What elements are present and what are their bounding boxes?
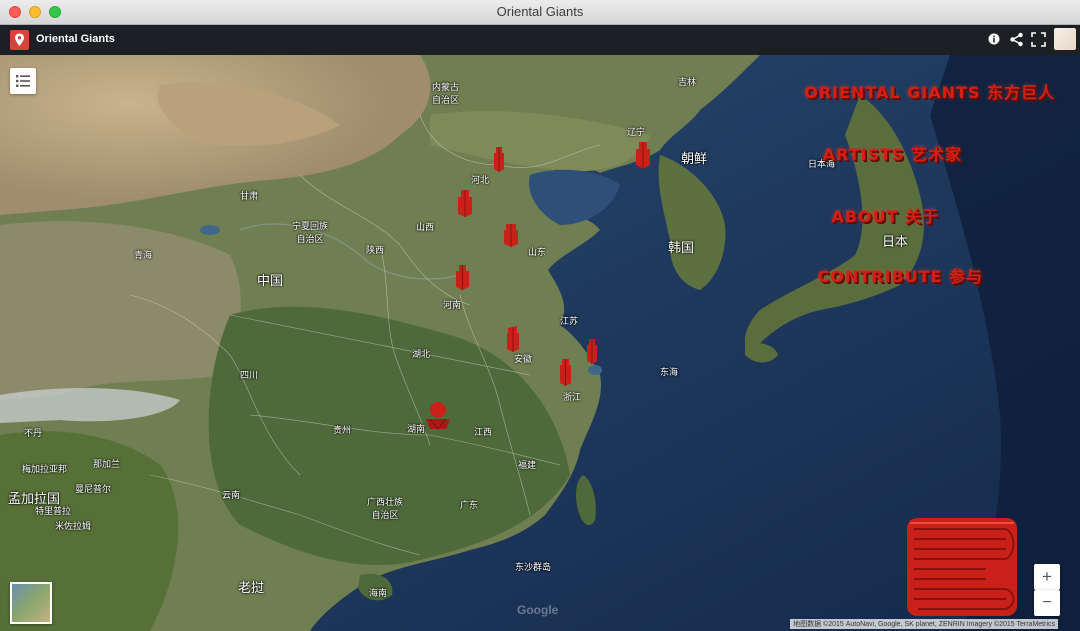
map-label: 梅加拉亚邦 [22,464,68,474]
map-label: 曼尼普尔 [75,484,112,494]
map-label: 湖北 [412,349,431,359]
map-label: 特里普拉 [35,506,72,516]
menu-contribute[interactable]: Contribute 参与 [817,263,983,287]
maximize-window-button[interactable] [49,6,61,18]
map-label: 宁夏回族 自治区 [292,221,329,244]
menu-oriental-giants[interactable]: Oriental Giants 东方巨人 [804,79,1055,103]
giant-marker-icon[interactable] [424,401,452,431]
map-label: 那加兰 [93,459,121,469]
map-attribution: 地图数据 ©2015 AutoNavi, Google, SK planet, … [790,619,1058,629]
app-title: Oriental Giants [36,33,115,45]
fullscreen-icon[interactable] [1031,32,1046,51]
map-label: 山东 [528,247,547,257]
map-label: 湖南 [407,424,426,434]
map-label: 广西壮族 自治区 [367,497,404,520]
map-label: 甘肃 [240,191,259,201]
map-label: 朝鲜 [681,151,708,166]
map-label: 贵州 [333,425,352,435]
zoom-out-button[interactable]: − [1034,590,1060,616]
zoom-in-button[interactable]: + [1034,564,1060,590]
app-window: Oriental Giants Oriental Giants 内蒙古 自治区 … [0,0,1080,631]
map-label: 福建 [518,460,537,470]
map-label: 广东 [460,500,479,510]
avatar[interactable] [1054,28,1076,50]
oriental-giants-logo-icon [907,518,1017,616]
map-label: 东沙群岛 [515,562,552,572]
giant-marker-icon[interactable] [503,222,519,248]
window-title: Oriental Giants [496,4,584,19]
map-label: 内蒙古 自治区 [432,82,460,105]
google-watermark: Google [517,603,559,617]
map-view[interactable]: 内蒙古 自治区 吉林 辽宁 朝鲜 日本海 日本 韩国 河北 甘肃 宁夏回族 自治… [0,55,1080,631]
map-label: 江苏 [560,316,579,326]
map-label: 江西 [474,427,493,437]
info-icon[interactable] [987,32,1001,50]
close-window-button[interactable] [9,6,21,18]
map-label: 安徽 [514,354,533,364]
map-label: 老挝 [238,580,265,595]
menu-about[interactable]: About 关于 [831,203,939,227]
map-label: 海南 [369,588,388,598]
map-label: 中国 [257,273,284,288]
list-icon [16,75,30,87]
window-titlebar: Oriental Giants [0,0,1080,25]
menu-artists[interactable]: Artists 艺术家 [823,141,962,165]
minimize-window-button[interactable] [29,6,41,18]
map-label: 不丹 [24,428,43,438]
map-label: 山西 [416,222,435,232]
map-label: 日本 [882,234,909,249]
giant-marker-icon[interactable] [455,263,470,291]
map-label: 米佐拉姆 [55,521,92,531]
map-label: 四川 [240,370,259,380]
map-label: 韩国 [668,240,695,255]
map-label: 河北 [471,175,490,185]
giant-marker-icon[interactable] [457,188,473,218]
share-icon[interactable] [1009,32,1024,51]
map-label: 浙江 [563,392,582,402]
map-label: 青海 [134,250,153,260]
map-label: 河南 [443,300,462,310]
list-menu-button[interactable] [10,68,36,94]
map-label: 云南 [222,490,241,500]
map-label: 吉林 [678,77,697,87]
giant-marker-icon[interactable] [634,140,652,170]
app-toolbar: Oriental Giants [0,25,1080,55]
map-label: 辽宁 [627,127,646,137]
map-label: 陕西 [366,245,385,255]
map-label: 东海 [660,367,679,377]
giant-marker-icon[interactable] [586,337,598,365]
map-layer-toggle[interactable] [10,582,52,624]
giant-marker-icon[interactable] [493,145,505,173]
map-pin-icon [10,30,29,50]
giant-marker-icon[interactable] [506,325,520,353]
giant-marker-icon[interactable] [559,357,572,387]
